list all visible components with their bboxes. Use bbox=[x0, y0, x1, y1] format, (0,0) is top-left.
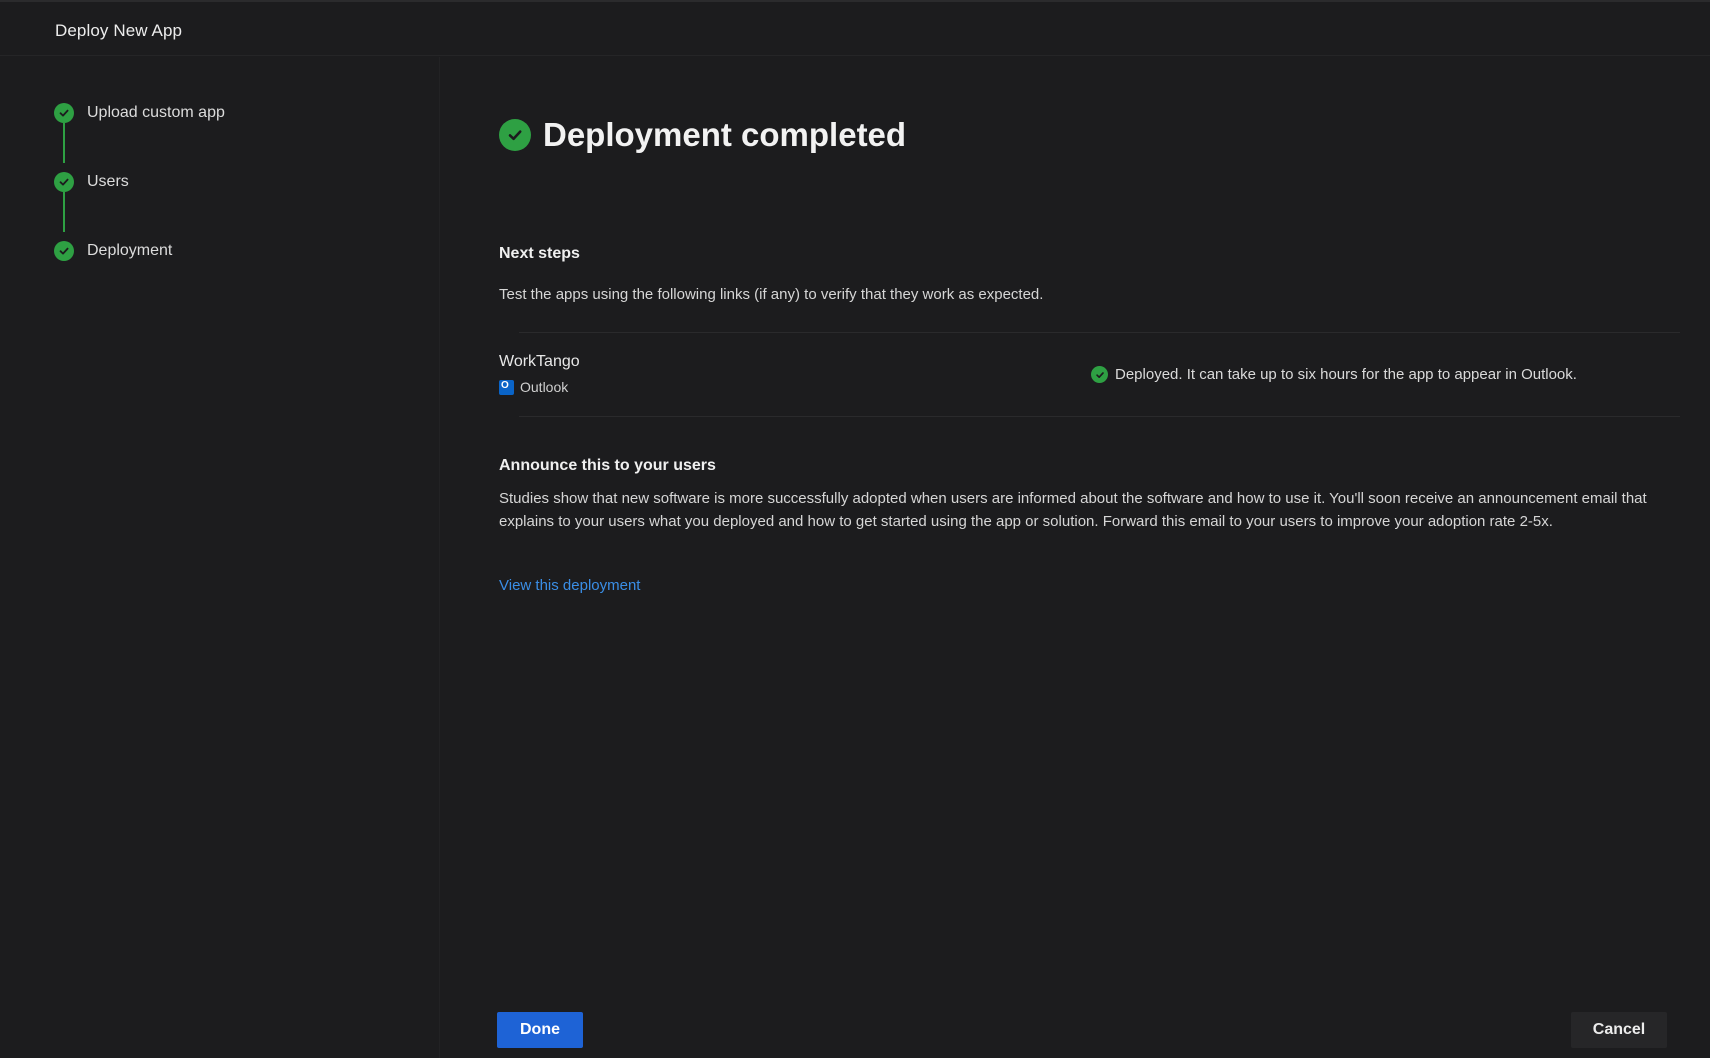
cancel-button[interactable]: Cancel bbox=[1571, 1012, 1667, 1048]
step-label: Users bbox=[87, 173, 129, 190]
status-text: Deployed. It can take up to six hours fo… bbox=[1115, 366, 1577, 383]
deployed-app-row: WorkTango Outlook Deployed. It can take … bbox=[499, 332, 1680, 416]
deploy-status: Deployed. It can take up to six hours fo… bbox=[1091, 366, 1577, 383]
step-label: Deployment bbox=[87, 242, 173, 259]
page-title: Deploy New App bbox=[55, 21, 183, 40]
step-label: Upload custom app bbox=[87, 104, 225, 121]
header: Deploy New App bbox=[0, 2, 1710, 56]
announce-heading: Announce this to your users bbox=[499, 457, 716, 474]
app-name: WorkTango bbox=[499, 353, 580, 370]
next-steps-description: Test the apps using the following links … bbox=[499, 286, 1044, 303]
host-label: Outlook bbox=[520, 379, 569, 395]
deploy-app-window: Deploy New App Upload custom app Users D… bbox=[0, 0, 1710, 1058]
divider bbox=[519, 416, 1680, 417]
check-circle-icon bbox=[54, 103, 74, 123]
step-deployment[interactable]: Deployment bbox=[54, 240, 172, 262]
completion-title: Deployment completed bbox=[499, 116, 906, 154]
step-users[interactable]: Users bbox=[54, 171, 129, 193]
steps-sidebar: Upload custom app Users Deployment bbox=[0, 57, 440, 1058]
announce-body: Studies show that new software is more s… bbox=[499, 490, 1647, 530]
done-button[interactable]: Done bbox=[497, 1012, 583, 1048]
check-circle-icon bbox=[499, 119, 531, 151]
check-circle-icon bbox=[54, 241, 74, 261]
completion-heading: Deployment completed bbox=[543, 116, 907, 153]
app-host: Outlook bbox=[499, 379, 568, 395]
step-connector-line bbox=[63, 192, 65, 232]
check-circle-icon bbox=[1091, 366, 1108, 383]
next-steps-heading: Next steps bbox=[499, 245, 580, 262]
view-deployment-link[interactable]: View this deployment bbox=[499, 577, 640, 594]
step-upload-custom-app[interactable]: Upload custom app bbox=[54, 102, 225, 124]
step-connector-line bbox=[63, 123, 65, 163]
outlook-icon bbox=[499, 379, 514, 395]
check-circle-icon bbox=[54, 172, 74, 192]
